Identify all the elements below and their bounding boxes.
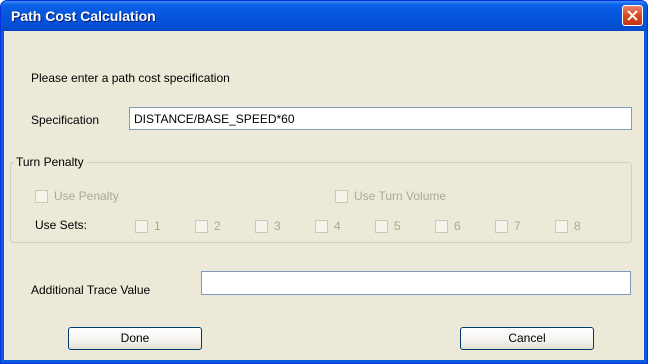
set-checkbox[interactable]: 2 bbox=[195, 219, 221, 233]
set-box[interactable] bbox=[135, 219, 148, 233]
dialog-window: Path Cost Calculation Please enter a pat… bbox=[0, 0, 648, 364]
additional-trace-label: Additional Trace Value bbox=[31, 283, 151, 297]
set-box[interactable] bbox=[375, 219, 388, 233]
instruction-text: Please enter a path cost specification bbox=[31, 71, 230, 85]
set-box[interactable] bbox=[435, 219, 448, 233]
set-box[interactable] bbox=[255, 219, 268, 233]
additional-trace-input[interactable] bbox=[201, 271, 631, 295]
set-checkbox[interactable]: 3 bbox=[255, 219, 281, 233]
use-penalty-checkbox[interactable]: Use Penalty bbox=[35, 189, 119, 203]
set-checkbox[interactable]: 5 bbox=[375, 219, 401, 233]
set-label: 6 bbox=[454, 219, 461, 233]
set-label: 2 bbox=[214, 219, 221, 233]
set-label: 7 bbox=[514, 219, 521, 233]
set-checkbox[interactable]: 8 bbox=[555, 219, 581, 233]
set-checkbox[interactable]: 1 bbox=[135, 219, 161, 233]
set-box[interactable] bbox=[495, 219, 508, 233]
set-checkbox[interactable]: 6 bbox=[435, 219, 461, 233]
use-penalty-label: Use Penalty bbox=[54, 189, 119, 203]
window-title: Path Cost Calculation bbox=[11, 8, 156, 24]
set-label: 1 bbox=[154, 219, 161, 233]
set-label: 8 bbox=[574, 219, 581, 233]
use-penalty-box[interactable] bbox=[35, 189, 48, 203]
set-box[interactable] bbox=[555, 219, 568, 233]
specification-label: Specification bbox=[31, 113, 100, 127]
close-icon bbox=[627, 10, 638, 21]
use-turn-volume-checkbox[interactable]: Use Turn Volume bbox=[335, 189, 446, 203]
specification-input[interactable] bbox=[129, 107, 632, 130]
set-box[interactable] bbox=[315, 219, 328, 233]
use-turn-volume-box[interactable] bbox=[335, 189, 348, 203]
use-sets-label: Use Sets: bbox=[35, 218, 88, 232]
set-label: 3 bbox=[274, 219, 281, 233]
use-turn-volume-label: Use Turn Volume bbox=[354, 189, 447, 203]
set-checkbox[interactable]: 4 bbox=[315, 219, 341, 233]
set-label: 5 bbox=[394, 219, 401, 233]
cancel-button[interactable]: Cancel bbox=[460, 327, 594, 350]
set-label: 4 bbox=[334, 219, 341, 233]
dialog-body: Please enter a path cost specification S… bbox=[4, 31, 644, 360]
close-button[interactable] bbox=[622, 5, 643, 26]
done-button[interactable]: Done bbox=[68, 327, 202, 350]
set-box[interactable] bbox=[195, 219, 208, 233]
title-bar[interactable]: Path Cost Calculation bbox=[1, 1, 647, 31]
turn-penalty-legend: Turn Penalty bbox=[14, 155, 86, 169]
set-checkbox[interactable]: 7 bbox=[495, 219, 521, 233]
